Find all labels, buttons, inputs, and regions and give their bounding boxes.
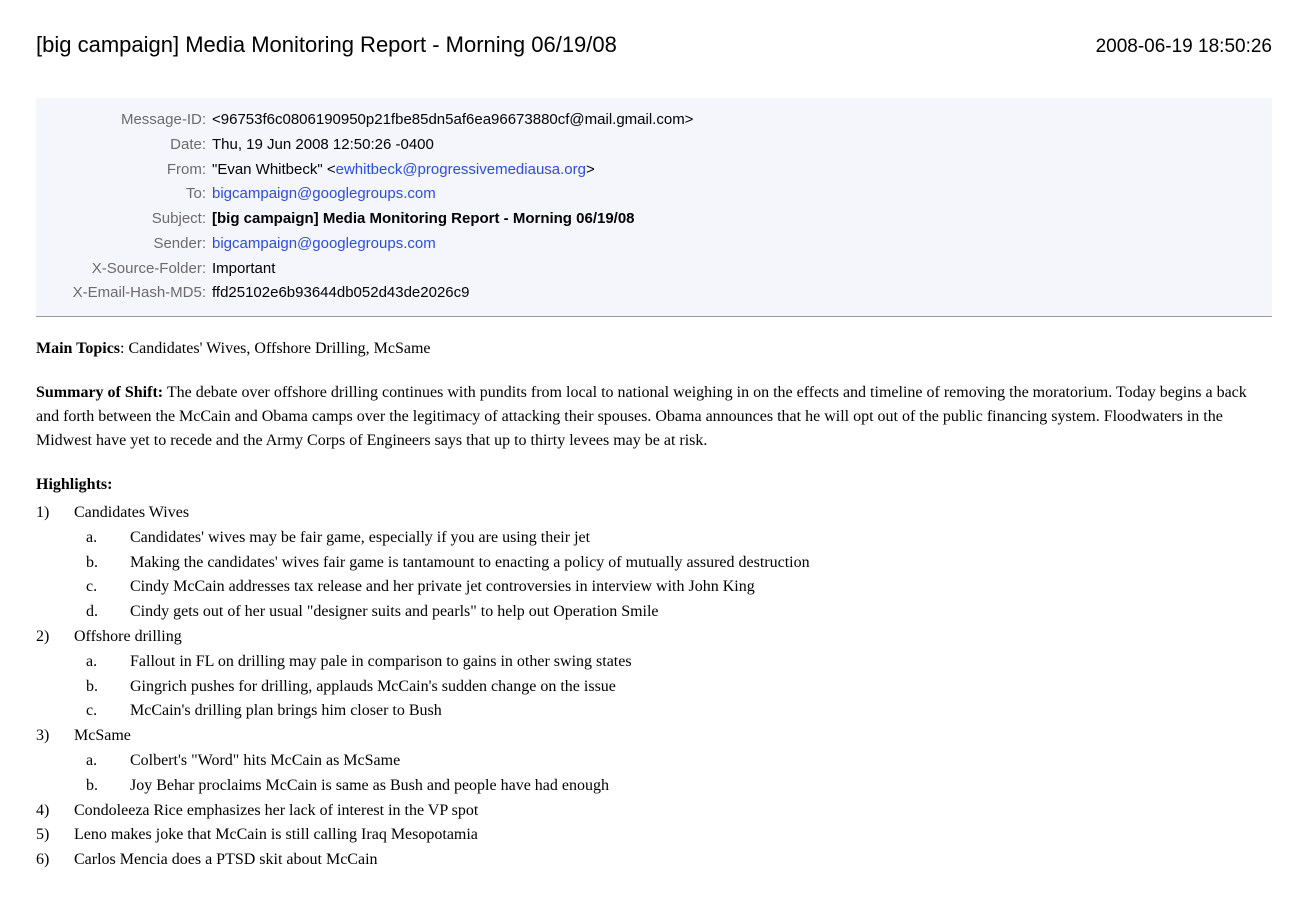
main-topics-value: : Candidates' Wives, Offshore Drilling, … — [120, 340, 430, 357]
from-name: "Evan Whitbeck" < — [212, 161, 336, 178]
metadata-label: From: — [36, 158, 212, 183]
metadata-value: Important — [212, 257, 1272, 282]
highlight-subitem: Gingrich pushes for drilling, applauds M… — [86, 675, 1272, 700]
highlight-item-title: McSame — [74, 727, 131, 744]
main-topics: Main Topics: Candidates' Wives, Offshore… — [36, 337, 1272, 361]
highlight-item-title: Offshore drilling — [74, 628, 182, 645]
from-email-link[interactable]: ewhitbeck@progressivemediausa.org — [336, 161, 586, 178]
summary-label: Summary of Shift: — [36, 384, 163, 401]
metadata-value: ffd25102e6b93644db052d43de2026c9 — [212, 281, 1272, 306]
metadata-label: X-Source-Folder: — [36, 257, 212, 282]
highlight-item-title: Carlos Mencia does a PTSD skit about McC… — [74, 851, 378, 868]
metadata-label: Message-ID: — [36, 108, 212, 133]
highlight-subitem: Colbert's "Word" hits McCain as McSame — [86, 749, 1272, 774]
metadata-row-from: From: "Evan Whitbeck" <ewhitbeck@progres… — [36, 158, 1272, 183]
metadata-row-xsource: X-Source-Folder: Important — [36, 257, 1272, 282]
highlight-item: McSame Colbert's "Word" hits McCain as Mc… — [36, 724, 1272, 798]
sender-email-link[interactable]: bigcampaign@googlegroups.com — [212, 235, 436, 252]
metadata-row-to: To: bigcampaign@googlegroups.com — [36, 182, 1272, 207]
metadata-label: To: — [36, 182, 212, 207]
highlight-subitem: Fallout in FL on drilling may pale in co… — [86, 650, 1272, 675]
highlight-item: Candidates Wives Candidates' wives may be… — [36, 501, 1272, 625]
metadata-label: Date: — [36, 133, 212, 158]
summary-text: The debate over offshore drilling contin… — [36, 384, 1247, 449]
summary: Summary of Shift: The debate over offsho… — [36, 381, 1272, 453]
highlight-subitem: Cindy gets out of her usual "designer su… — [86, 600, 1272, 625]
header: [big campaign] Media Monitoring Report -… — [36, 32, 1272, 58]
metadata-label: Subject: — [36, 207, 212, 232]
page-title: [big campaign] Media Monitoring Report -… — [36, 32, 617, 58]
page-timestamp: 2008-06-19 18:50:26 — [1096, 36, 1272, 58]
highlight-item: Leno makes joke that McCain is still cal… — [36, 823, 1272, 848]
highlight-subitem: McCain's drilling plan brings him closer… — [86, 699, 1272, 724]
metadata-row-subject: Subject: [big campaign] Media Monitoring… — [36, 207, 1272, 232]
metadata-row-date: Date: Thu, 19 Jun 2008 12:50:26 -0400 — [36, 133, 1272, 158]
metadata-row-sender: Sender: bigcampaign@googlegroups.com — [36, 232, 1272, 257]
highlight-item: Condoleeza Rice emphasizes her lack of i… — [36, 799, 1272, 824]
highlight-item: Carlos Mencia does a PTSD skit about McC… — [36, 848, 1272, 873]
subject-value: [big campaign] Media Monitoring Report -… — [212, 210, 635, 227]
highlight-item: Offshore drilling Fallout in FL on drilli… — [36, 625, 1272, 724]
metadata-label: X-Email-Hash-MD5: — [36, 281, 212, 306]
email-metadata: Message-ID: <96753f6c0806190950p21fbe85d… — [36, 98, 1272, 317]
highlight-subitem: Candidates' wives may be fair game, espe… — [86, 526, 1272, 551]
to-email-link[interactable]: bigcampaign@googlegroups.com — [212, 185, 436, 202]
highlight-subitem: Joy Behar proclaims McCain is same as Bu… — [86, 774, 1272, 799]
highlights-label: Highlights: — [36, 476, 112, 493]
metadata-label: Sender: — [36, 232, 212, 257]
highlight-item-title: Candidates Wives — [74, 504, 189, 521]
metadata-value: <96753f6c0806190950p21fbe85dn5af6ea96673… — [212, 108, 1272, 133]
metadata-row-message-id: Message-ID: <96753f6c0806190950p21fbe85d… — [36, 108, 1272, 133]
highlight-item-title: Condoleeza Rice emphasizes her lack of i… — [74, 802, 478, 819]
email-body: Main Topics: Candidates' Wives, Offshore… — [36, 337, 1272, 873]
metadata-value: bigcampaign@googlegroups.com — [212, 182, 1272, 207]
highlight-sublist: Candidates' wives may be fair game, espe… — [74, 526, 1272, 625]
metadata-value: [big campaign] Media Monitoring Report -… — [212, 207, 1272, 232]
highlight-subitem: Cindy McCain addresses tax release and h… — [86, 575, 1272, 600]
highlight-subitem: Making the candidates' wives fair game i… — [86, 551, 1272, 576]
highlight-sublist: Colbert's "Word" hits McCain as McSameJo… — [74, 749, 1272, 799]
metadata-value: "Evan Whitbeck" <ewhitbeck@progressiveme… — [212, 158, 1272, 183]
highlight-item-title: Leno makes joke that McCain is still cal… — [74, 826, 478, 843]
metadata-value: bigcampaign@googlegroups.com — [212, 232, 1272, 257]
highlights-list: Candidates Wives Candidates' wives may be… — [36, 501, 1272, 873]
metadata-value: Thu, 19 Jun 2008 12:50:26 -0400 — [212, 133, 1272, 158]
metadata-row-xhash: X-Email-Hash-MD5: ffd25102e6b93644db052d… — [36, 281, 1272, 306]
main-topics-label: Main Topics — [36, 340, 120, 357]
from-close: > — [586, 161, 595, 178]
highlight-sublist: Fallout in FL on drilling may pale in co… — [74, 650, 1272, 724]
highlights-section: Highlights: Candidates Wives Candidates' … — [36, 473, 1272, 873]
